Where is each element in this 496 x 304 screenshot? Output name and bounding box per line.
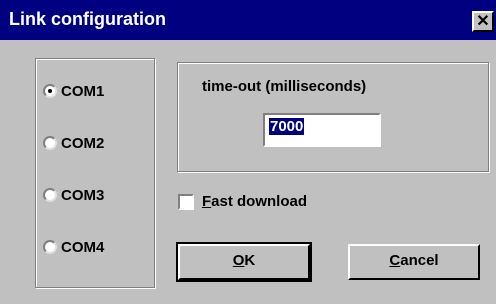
close-icon: ✕ <box>476 13 490 30</box>
fast-download-checkbox[interactable] <box>178 193 194 210</box>
title-bar[interactable]: Link configuration ✕ <box>0 0 496 40</box>
link-configuration-dialog: Link configuration ✕ COM1 COM2 COM3 COM4… <box>0 0 496 304</box>
radio-button-checked-icon[interactable] <box>43 84 57 98</box>
radio-com1[interactable]: COM1 <box>43 78 104 104</box>
close-button[interactable]: ✕ <box>472 11 494 32</box>
radio-label-com3: COM3 <box>61 186 105 204</box>
radio-com3[interactable]: COM3 <box>43 182 104 208</box>
timeout-label: time-out (milliseconds) <box>202 78 367 95</box>
fast-download-label: Fast download <box>202 193 308 210</box>
radio-button-icon[interactable] <box>43 188 57 202</box>
timeout-value: 7000 <box>269 118 305 135</box>
radio-label-com2: COM2 <box>61 134 105 152</box>
radio-label-com4: COM4 <box>61 238 105 256</box>
radio-button-icon[interactable] <box>43 240 57 254</box>
radio-label-com1: COM1 <box>61 82 105 100</box>
window-title: Link configuration <box>9 9 166 29</box>
ok-button[interactable]: OK <box>176 242 312 282</box>
radio-button-icon[interactable] <box>43 136 57 150</box>
fast-download-checkbox-row[interactable]: Fast download <box>178 193 307 210</box>
cancel-button[interactable]: Cancel <box>348 244 480 280</box>
timeout-input[interactable]: 7000 <box>263 113 381 147</box>
radio-com4[interactable]: COM4 <box>43 234 104 260</box>
radio-com2[interactable]: COM2 <box>43 130 104 156</box>
